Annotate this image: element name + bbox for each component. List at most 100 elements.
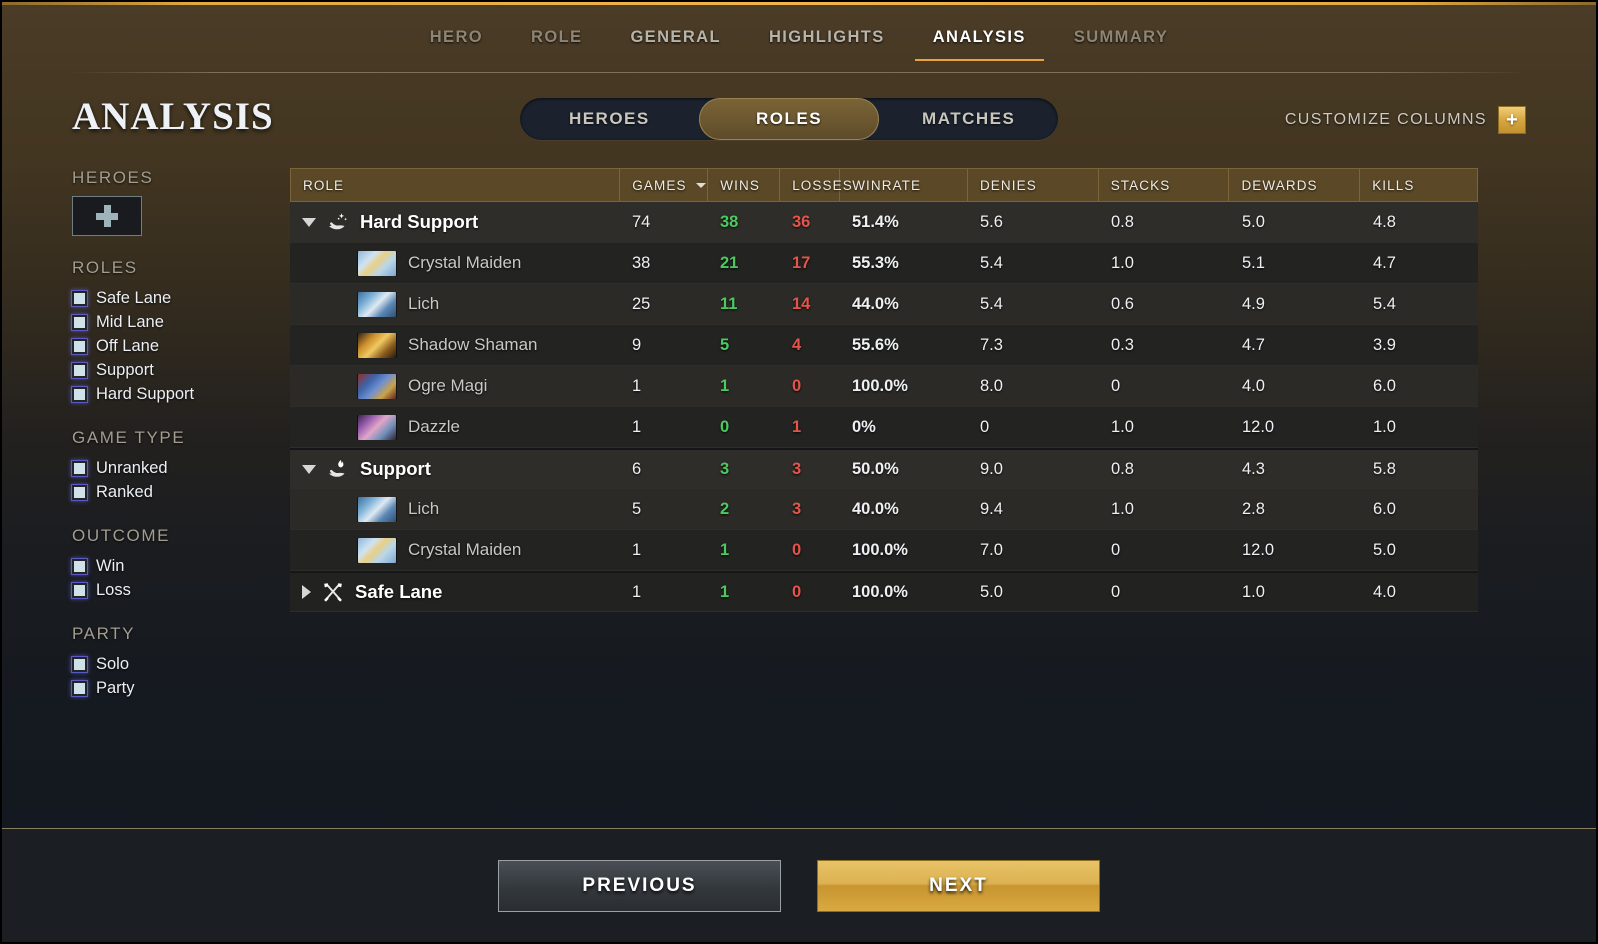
filter-checkbox-hard-support[interactable]: Hard Support [71,382,272,406]
column-header-denies[interactable]: DENIES [968,169,1099,201]
cell-dewards: 5.1 [1242,253,1265,272]
nav-item-role[interactable]: ROLE [507,24,606,61]
hero-name-label: Shadow Shaman [408,335,538,354]
column-header-winrate[interactable]: WINRATE [840,169,968,201]
cell-role: Support [290,457,620,481]
cell-denies: 9.0 [980,459,1003,478]
cell-kills: 4.7 [1373,253,1396,272]
filter-checkbox-ranked[interactable]: Ranked [71,480,272,504]
crossed-swords-icon [321,580,345,604]
cell-losses: 1 [792,417,802,436]
plus-icon[interactable]: + [1498,106,1526,134]
table-group-row[interactable]: Hard Support 74 38 36 51.4% 5.6 0.8 5.0 4.8 [290,202,1478,243]
customize-columns-button[interactable]: CUSTOMIZE COLUMNS + [1285,106,1526,134]
checkbox-icon[interactable] [71,557,88,575]
filter-checkbox-mid-lane[interactable]: Mid Lane [71,310,272,334]
column-header-label: DEWARDS [1241,177,1318,193]
table-row[interactable]: Lich 5 2 3 40.0% 9.4 1.0 2.8 6.0 [290,489,1478,530]
collapse-triangle-icon[interactable] [302,217,316,227]
page-title: ANALYSIS [72,95,274,138]
column-header-losses[interactable]: LOSSES [780,169,852,201]
checkbox-icon[interactable] [71,459,88,477]
cell-wins: 21 [720,253,739,272]
cell-wins: 0 [720,417,730,436]
cell-kills: 4.8 [1373,212,1396,231]
segment-roles[interactable]: ROLES [698,98,880,140]
checkbox-icon[interactable] [71,385,88,403]
nav-item-summary[interactable]: SUMMARY [1050,24,1192,61]
filter-label: Off Lane [96,336,159,355]
nav-item-hero[interactable]: HERO [406,24,507,61]
filter-checkbox-unranked[interactable]: Unranked [71,456,272,480]
cell-denies: 9.4 [980,499,1003,518]
table-group-row[interactable]: Safe Lane 1 1 0 100.0% 5.0 0 1.0 4.0 [290,571,1478,612]
cell-kills: 4.0 [1373,582,1396,601]
column-header-role[interactable]: ROLE [291,169,621,201]
expand-triangle-icon[interactable] [302,585,311,599]
hand-flame-icon [326,457,350,481]
filter-group-heading: OUTCOME [72,526,171,545]
checkbox-icon[interactable] [71,361,88,379]
filter-checkbox-safe-lane[interactable]: Safe Lane [71,286,272,310]
checkbox-icon[interactable] [71,313,88,331]
nav-item-analysis[interactable]: ANALYSIS [909,24,1050,61]
column-header-kills[interactable]: KILLS [1360,169,1477,201]
table-row[interactable]: Shadow Shaman 9 5 4 55.6% 7.3 0.3 4.7 3.9 [290,325,1478,366]
filters-sidebar: HEROES ROLES Safe Lane Mid Lane Off Lane Sup… [71,168,272,722]
table-row[interactable]: Dazzle 1 0 1 0% 0 1.0 12.0 1.0 [290,407,1478,448]
table-group-row[interactable]: Support 6 3 3 50.0% 9.0 0.8 4.3 5.8 [290,448,1478,489]
checkbox-icon[interactable] [71,655,88,673]
cell-dewards: 4.3 [1242,459,1265,478]
table-row[interactable]: Crystal Maiden 1 1 0 100.0% 7.0 0 12.0 5.0 [290,530,1478,571]
column-header-stacks[interactable]: STACKS [1099,169,1230,201]
roles-table: ROLE GAMES WINS LOSSES WINRATE DENIES STACKS DE… [290,168,1478,612]
segment-heroes[interactable]: HEROES [520,98,699,140]
filter-checkbox-loss[interactable]: Loss [71,578,272,602]
table-row[interactable]: Lich 25 11 14 44.0% 5.4 0.6 4.9 5.4 [290,284,1478,325]
table-row[interactable]: Crystal Maiden 38 21 17 55.3% 5.4 1.0 5.1 4.7 [290,243,1478,284]
table-body: Hard Support 74 38 36 51.4% 5.6 0.8 5.0 4.8 Cryst… [290,202,1478,612]
column-header-dewards[interactable]: DEWARDS [1229,169,1361,201]
hero-cell: Shadow Shaman [302,332,608,358]
table-row[interactable]: Ogre Magi 1 1 0 100.0% 8.0 0 4.0 6.0 [290,366,1478,407]
filter-checkbox-party[interactable]: Party [71,676,272,700]
cell-role: Lich [290,496,620,522]
heroes-filter-group: HEROES [72,168,272,236]
column-header-wins[interactable]: WINS [708,169,781,201]
segment-matches[interactable]: MATCHES [879,98,1058,140]
nav-item-general[interactable]: GENERAL [606,24,744,61]
cell-games: 1 [632,582,642,601]
collapse-triangle-icon[interactable] [302,464,316,474]
filter-label: Safe Lane [96,288,172,307]
cell-role: Hard Support [290,210,620,234]
add-hero-button[interactable] [72,196,142,236]
next-button[interactable]: NEXT [817,859,1100,912]
filter-group-game-type: GAME TYPE Unranked Ranked [71,428,272,504]
cell-role: Safe Lane [290,580,620,604]
checkbox-icon[interactable] [71,289,88,307]
group-role-label: Support [360,458,431,479]
checkbox-icon[interactable] [71,581,88,599]
filter-checkbox-win[interactable]: Win [71,554,272,578]
cell-stacks: 0.8 [1111,212,1134,231]
previous-button[interactable]: PREVIOUS [498,859,781,912]
group-role-label: Safe Lane [355,581,443,602]
filter-checkbox-solo[interactable]: Solo [71,652,272,676]
filter-label: Loss [96,580,131,599]
cell-winrate: 100.0% [852,376,908,395]
checkbox-icon[interactable] [71,483,88,501]
filter-checkbox-off-lane[interactable]: Off Lane [71,334,272,358]
dazzle-portrait [358,414,396,440]
hand-sparkle-icon [326,210,350,234]
checkbox-icon[interactable] [71,337,88,355]
nav-divider [72,72,1526,73]
nav-item-highlights[interactable]: HIGHLIGHTS [745,24,909,61]
checkbox-icon[interactable] [71,679,88,697]
filter-checkbox-support[interactable]: Support [71,358,272,382]
filter-label: Hard Support [96,384,195,403]
heroes-heading: HEROES [72,168,154,187]
column-header-games[interactable]: GAMES [620,169,709,201]
chevron-down-icon[interactable] [695,182,706,188]
cell-denies: 5.0 [980,582,1003,601]
hero-cell: Ogre Magi [302,373,608,399]
